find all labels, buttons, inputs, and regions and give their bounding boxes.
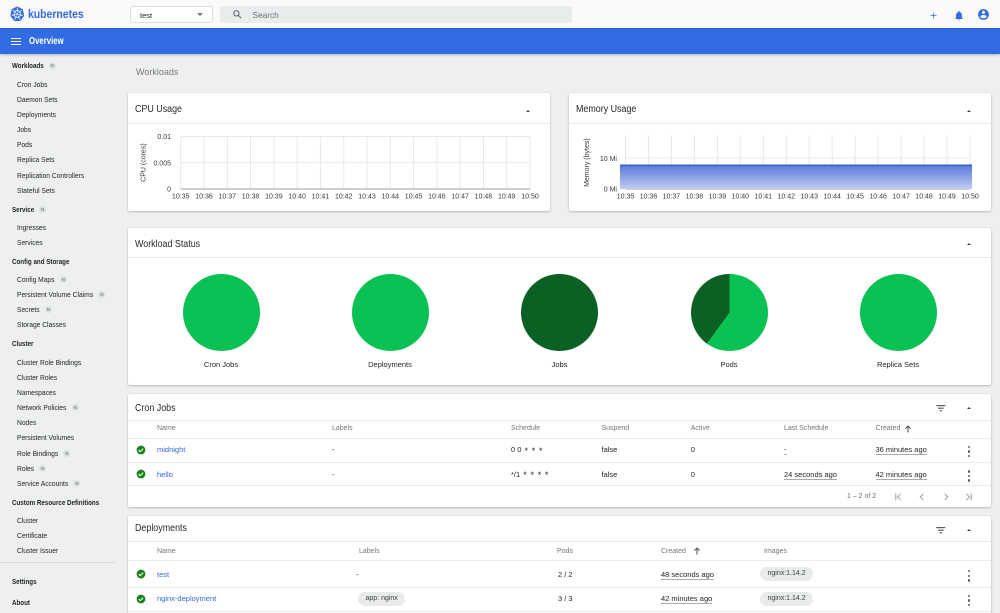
svg-text:0 Mi: 0 Mi xyxy=(604,187,618,194)
svg-text:10:49: 10:49 xyxy=(498,194,516,201)
svg-text:10:49: 10:49 xyxy=(938,194,956,201)
svg-text:0: 0 xyxy=(167,187,171,194)
svg-text:10:35: 10:35 xyxy=(617,194,635,201)
svg-text:0.005: 0.005 xyxy=(153,160,171,167)
svg-text:10:38: 10:38 xyxy=(686,194,704,201)
svg-text:10:46: 10:46 xyxy=(869,194,887,201)
svg-text:0.01: 0.01 xyxy=(157,134,171,141)
svg-text:10:50: 10:50 xyxy=(521,194,539,201)
svg-text:10:48: 10:48 xyxy=(475,194,493,201)
svg-text:10:43: 10:43 xyxy=(358,194,376,201)
svg-text:10:41: 10:41 xyxy=(312,194,330,201)
svg-text:10:36: 10:36 xyxy=(640,194,658,201)
svg-text:10:42: 10:42 xyxy=(778,194,796,201)
svg-text:10:35: 10:35 xyxy=(172,194,190,201)
svg-text:10:47: 10:47 xyxy=(451,194,469,201)
svg-text:10:40: 10:40 xyxy=(288,194,306,201)
svg-text:10:44: 10:44 xyxy=(382,194,400,201)
svg-text:10:45: 10:45 xyxy=(846,194,864,201)
svg-text:10:47: 10:47 xyxy=(892,194,910,201)
svg-text:10:43: 10:43 xyxy=(800,194,818,201)
svg-text:10:39: 10:39 xyxy=(265,194,283,201)
svg-text:10 Mi: 10 Mi xyxy=(600,156,618,163)
svg-text:10:40: 10:40 xyxy=(732,194,750,201)
svg-text:10:50: 10:50 xyxy=(961,194,979,201)
svg-text:10:41: 10:41 xyxy=(755,194,773,201)
svg-text:10:37: 10:37 xyxy=(219,194,237,201)
svg-text:10:39: 10:39 xyxy=(709,194,727,201)
svg-text:10:36: 10:36 xyxy=(195,194,213,201)
svg-text:Memory (bytes): Memory (bytes) xyxy=(584,138,591,187)
svg-text:10:46: 10:46 xyxy=(428,194,446,201)
svg-text:10:44: 10:44 xyxy=(823,194,841,201)
svg-text:10:45: 10:45 xyxy=(405,194,423,201)
svg-text:10:48: 10:48 xyxy=(915,194,933,201)
svg-text:10:42: 10:42 xyxy=(335,194,353,201)
svg-text:10:38: 10:38 xyxy=(242,194,260,201)
svg-text:CPU (cores): CPU (cores) xyxy=(141,143,148,182)
svg-text:10:37: 10:37 xyxy=(663,194,681,201)
